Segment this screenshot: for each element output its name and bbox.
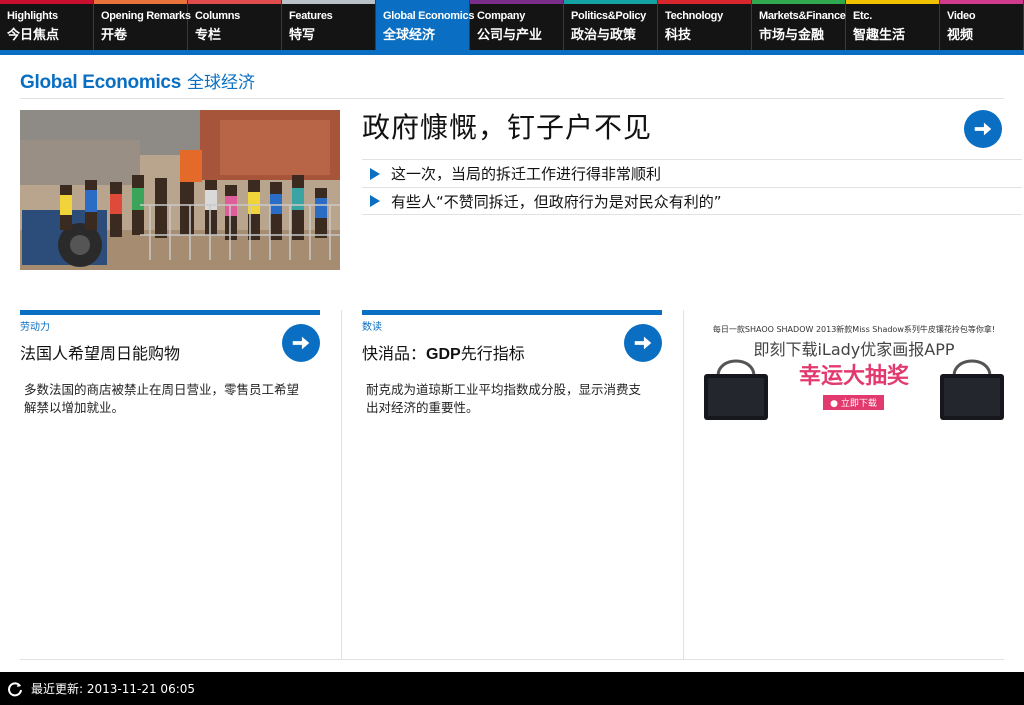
card-kicker: 劳动力: [20, 322, 50, 333]
column-divider: [683, 310, 684, 660]
lead-bullet[interactable]: 这一次，当局的拆迁工作进行得非常顺利: [362, 159, 1022, 187]
nav-tab[interactable]: Features 特写: [282, 0, 376, 50]
nav-tab-label-en: Features: [289, 10, 333, 22]
card-title-text: 快消品：: [362, 344, 427, 363]
nav-tab-label-zh: 今日焦点: [7, 28, 60, 43]
card-title[interactable]: 快消品：GDP先行指标: [362, 340, 662, 364]
nav-tab[interactable]: Video 视频: [940, 0, 1024, 50]
lead-bullet-text: 这一次，当局的拆迁工作进行得非常顺利: [391, 165, 662, 183]
nav-tab-label-zh: 科技: [665, 28, 692, 43]
last-updated-label: 最近更新:: [31, 682, 84, 696]
card-topbar: [20, 310, 320, 315]
nav-tab-label-en: Markets&Finance: [759, 10, 846, 22]
card-summary: 多数法国的商店被禁止在周日营业，零售员工希望解禁以增加就业。: [24, 382, 300, 415]
section-title-en: Global Economics: [20, 72, 181, 93]
card-summary: 耐克成为道琼斯工业平均指数成分股，显示消费支出对经济的重要性。: [366, 382, 642, 415]
nav-tab-label-en: Columns: [195, 10, 240, 22]
nav-tab-color-bar: [0, 0, 93, 4]
section-title: Global Economics 全球经济: [20, 68, 255, 94]
nav-tab-label-en: Etc.: [853, 10, 872, 22]
nav-tab[interactable]: Politics&Policy 政治与政策: [564, 0, 658, 50]
nav-tab-label-zh: 专栏: [195, 28, 222, 43]
nav-tab-label-en: Video: [947, 10, 976, 22]
story-card[interactable]: 劳动力 法国人希望周日能购物 多数法国的商店被禁止在周日营业，零售员工希望解禁以…: [20, 310, 320, 417]
nav-tab-color-bar: [188, 0, 281, 4]
card-title[interactable]: 法国人希望周日能购物: [20, 340, 320, 364]
card-arrow-button[interactable]: [282, 324, 320, 362]
ad-download-button[interactable]: ● 立即下载: [823, 395, 884, 410]
nav-tab-label-zh: 政治与政策: [571, 28, 637, 43]
top-nav: Highlights 今日焦点 Opening Remarks 开卷 Columns 专栏…: [0, 0, 1024, 55]
handbag-icon: [704, 359, 768, 420]
nav-tab-color-bar: [94, 0, 187, 4]
nav-tab-label-en: Opening Remarks: [101, 10, 191, 22]
nav-tab-label-zh: 全球经济: [383, 28, 436, 43]
column-divider: [341, 310, 342, 660]
nav-tab-color-bar: [376, 0, 469, 4]
handbag-icon: [940, 359, 1004, 420]
divider: [20, 98, 1004, 99]
nav-tab-label-en: Highlights: [7, 10, 58, 22]
ad-banner[interactable]: 每日一款SHAOO SHADOW 2013新款Miss Shadow系列牛皮镶花…: [704, 318, 1004, 420]
lead-photo-image: [20, 110, 340, 270]
arrow-right-icon: [634, 336, 652, 350]
refresh-icon[interactable]: [7, 681, 23, 697]
nav-tab-color-bar: [940, 0, 1023, 4]
nav-tab[interactable]: Opening Remarks 开卷: [94, 0, 191, 50]
nav-tab-color-bar: [846, 0, 939, 4]
nav-tab-color-bar: [282, 0, 375, 4]
nav-tab[interactable]: Etc. 智趣生活: [846, 0, 940, 50]
nav-tab-label-zh: 智趣生活: [853, 28, 906, 43]
card-title-rest: 先行指标: [460, 344, 525, 363]
nav-tab-color-bar: [470, 0, 563, 4]
lead-bullet[interactable]: 有些人“不赞同拆迁，但政府行为是对民众有利的”: [362, 187, 1022, 215]
footer-bar: 最近更新: 2013-11-21 06:05: [0, 672, 1024, 705]
lead-bullet-text: 有些人“不赞同拆迁，但政府行为是对民众有利的”: [391, 192, 722, 211]
nav-tab[interactable]: Columns 专栏: [188, 0, 282, 50]
last-updated-time: 2013-11-21 06:05: [86, 681, 196, 696]
ad-tagline: 每日一款SHAOO SHADOW 2013新款Miss Shadow系列牛皮镶花…: [712, 325, 996, 334]
lead-bullets: 这一次，当局的拆迁工作进行得非常顺利 有些人“不赞同拆迁，但政府行为是对民众有利…: [362, 159, 1022, 215]
nav-tab[interactable]: Markets&Finance 市场与金融: [752, 0, 846, 50]
nav-tab-label-en: Politics&Policy: [571, 10, 646, 22]
nav-tab-label-en: Company: [477, 10, 526, 22]
nav-tab-color-bar: [752, 0, 845, 4]
card-arrow-button[interactable]: [624, 324, 662, 362]
card-kicker: 数读: [362, 322, 382, 333]
card-topbar: [362, 310, 662, 315]
arrow-right-icon: [292, 336, 310, 350]
nav-tab-label-zh: 特写: [289, 28, 316, 43]
nav-tab[interactable]: Global Economics 全球经济: [376, 0, 475, 50]
story-card[interactable]: 数读 快消品：GDP先行指标 耐克成为道琼斯工业平均指数成分股，显示消费支出对经…: [362, 310, 662, 417]
divider: [20, 659, 1004, 660]
nav-tab[interactable]: Technology 科技: [658, 0, 752, 50]
section-title-zh: 全球经济: [186, 73, 255, 93]
nav-tab-color-bar: [658, 0, 751, 4]
card-title-text: 法国人希望周日能购物: [20, 344, 181, 363]
nav-tab-label-zh: 市场与金融: [759, 28, 825, 43]
nav-tab-label-zh: 视频: [947, 28, 974, 43]
nav-tab-label-en: Technology: [665, 10, 723, 22]
nav-tab-label-en: Global Economics: [383, 10, 475, 22]
lead-arrow-button[interactable]: [964, 110, 1002, 148]
lead-photo[interactable]: [20, 110, 340, 270]
arrow-right-icon: [974, 122, 992, 136]
nav-tab[interactable]: Highlights 今日焦点: [0, 0, 94, 50]
triangle-bullet-icon: [370, 167, 380, 180]
card-title-bold: GDP: [426, 346, 461, 363]
nav-tab-color-bar: [564, 0, 657, 4]
nav-tab-label-zh: 开卷: [101, 28, 128, 43]
lead-headline[interactable]: 政府慷慨，钉子户不见: [362, 106, 652, 146]
nav-tab[interactable]: Company 公司与产业: [470, 0, 564, 50]
nav-tab-label-zh: 公司与产业: [477, 28, 543, 43]
triangle-bullet-icon: [370, 195, 380, 207]
